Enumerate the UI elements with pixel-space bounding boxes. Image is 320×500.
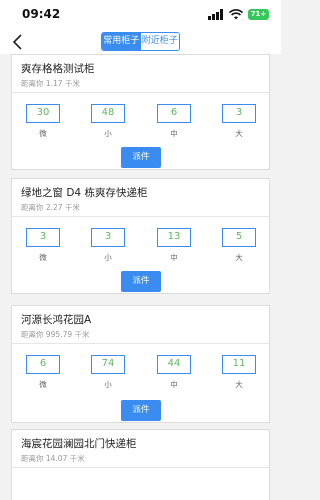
slot-label: 小 [104,129,112,138]
slot-count: 6 [26,355,60,374]
slot-large: 3 大 [222,104,256,139]
slot-label: 大 [235,380,243,389]
slot-counts: 3 微 3 小 13 中 5 大 [12,217,269,269]
slot-count: 11 [222,355,256,374]
slot-medium: 44 中 [157,355,191,390]
status-bar: 09:42 71+ [0,0,281,30]
battery-icon: 71+ [248,9,269,20]
wifi-icon [229,9,243,20]
slot-count: 6 [157,104,191,123]
signal-icon [208,9,223,20]
cabinet-name: 绿地之窗 D4 栋爽存快递柜 [21,187,148,199]
slot-label: 大 [235,253,243,262]
slot-micro: 3 微 [26,228,60,263]
slot-counts: 30 微 48 小 6 中 3 大 [12,93,269,145]
cabinet-distance: 距离你 995.79 千米 [21,330,90,339]
slot-count: 48 [91,104,125,123]
cabinet-distance: 距离你 2.27 千米 [21,203,80,212]
slot-count: 3 [222,104,256,123]
cabinet-distance: 距离你 14.07 千米 [21,454,85,463]
slot-count: 5 [222,228,256,247]
slot-label: 中 [170,380,178,389]
cabinet-card[interactable]: 河源长鸿花园A 距离你 995.79 千米 6 微 74 小 44 中 11 大… [11,305,270,423]
slot-count: 3 [91,228,125,247]
slot-micro: 30 微 [26,104,60,139]
slot-large: 5 大 [222,228,256,263]
slot-count: 74 [91,355,125,374]
slot-micro: 6 微 [26,355,60,390]
slot-counts: 6 微 74 小 44 中 11 大 [12,344,269,396]
slot-small: 48 小 [91,104,125,139]
back-chevron-icon[interactable] [11,33,25,51]
slot-small: 3 小 [91,228,125,263]
card-header: 河源长鸿花园A 距离你 995.79 千米 [12,306,269,344]
cabinet-distance: 距离你 1.17 千米 [21,79,80,88]
nav-bar: 常用柜子 附近柜子 [0,30,281,54]
slot-count: 30 [26,104,60,123]
slot-count: 44 [157,355,191,374]
cabinet-name: 爽存格格测试柜 [21,63,95,75]
tab-nearby-cabinets[interactable]: 附近柜子 [140,33,179,50]
slot-label: 微 [39,380,47,389]
slot-label: 微 [39,253,47,262]
slot-label: 小 [104,253,112,262]
card-header: 爽存格格测试柜 距离你 1.17 千米 [12,55,269,93]
dispatch-button[interactable]: 派件 [121,147,161,168]
cabinet-name: 海宸花园澜园北门快递柜 [21,438,137,450]
dispatch-button[interactable]: 派件 [121,400,161,421]
status-icons: 71+ [208,9,269,20]
slot-medium: 13 中 [157,228,191,263]
slot-count: 13 [157,228,191,247]
status-time: 09:42 [22,7,61,21]
dispatch-button[interactable]: 派件 [121,271,161,292]
card-header: 绿地之窗 D4 栋爽存快递柜 距离你 2.27 千米 [12,179,269,217]
slot-label: 大 [235,129,243,138]
slot-count: 3 [26,228,60,247]
cabinet-card[interactable]: 绿地之窗 D4 栋爽存快递柜 距离你 2.27 千米 3 微 3 小 13 中 … [11,178,270,294]
slot-label: 微 [39,129,47,138]
slot-large: 11 大 [222,355,256,390]
cabinet-name: 河源长鸿花园A [21,314,92,326]
slot-label: 中 [170,129,178,138]
tab-common-cabinets[interactable]: 常用柜子 [102,33,141,50]
slot-label: 中 [170,253,178,262]
cabinet-card[interactable]: 海宸花园澜园北门快递柜 距离你 14.07 千米 [11,429,270,500]
card-header: 海宸花园澜园北门快递柜 距离你 14.07 千米 [12,430,269,468]
slot-medium: 6 中 [157,104,191,139]
slot-small: 74 小 [91,355,125,390]
cabinet-segment-control: 常用柜子 附近柜子 [101,32,180,51]
slot-label: 小 [104,380,112,389]
cabinet-card[interactable]: 爽存格格测试柜 距离你 1.17 千米 30 微 48 小 6 中 3 大 派件 [11,54,270,170]
